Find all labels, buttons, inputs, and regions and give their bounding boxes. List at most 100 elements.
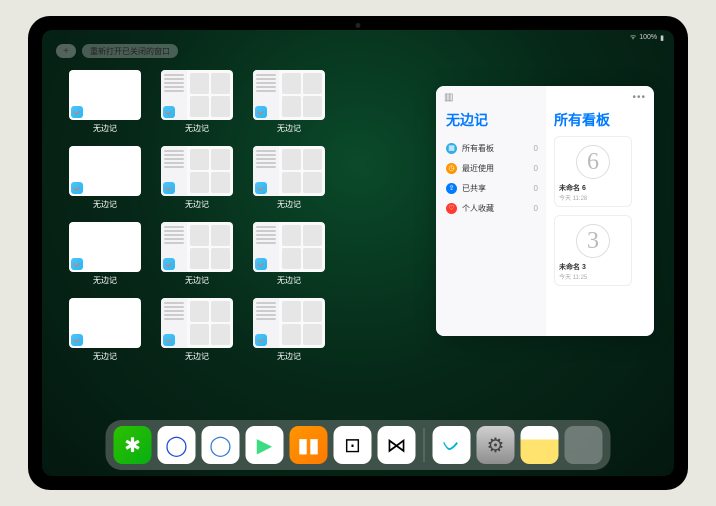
dock-app-quark[interactable]: ◯ xyxy=(202,426,240,464)
dock-app-settings[interactable]: ⚙ xyxy=(477,426,515,464)
freeform-app-icon xyxy=(163,334,175,346)
status-bar: ᯤ 100% ▮ xyxy=(630,33,664,42)
camera-dot xyxy=(356,23,361,28)
window-thumb[interactable]: 无边记 xyxy=(252,298,326,368)
battery-text: 100% xyxy=(639,34,657,41)
window-thumb-label: 无边记 xyxy=(93,351,117,362)
panel-left-title: 无边记 xyxy=(446,110,538,130)
sidebar-item-icon: ▦ xyxy=(446,143,457,154)
panel-content: 所有看板 6 未命名 6今天 11:28 3 未命名 3今天 11:25 xyxy=(546,86,654,336)
sidebar-item-count: 0 xyxy=(534,164,538,173)
board-name: 未命名 3 xyxy=(559,262,627,272)
screen: ᯤ 100% ▮ + 重新打开已关闭的窗口 无边记无边记无边记无边记无边记无边记… xyxy=(42,30,674,476)
sidebar-item-count: 0 xyxy=(534,144,538,153)
board-card[interactable]: 6 未命名 6今天 11:28 xyxy=(554,136,632,207)
window-thumb[interactable]: 无边记 xyxy=(252,222,326,292)
window-thumb[interactable]: 无边记 xyxy=(68,146,142,216)
window-thumb[interactable]: 无边记 xyxy=(252,70,326,140)
freeform-icon: ᨆ xyxy=(442,434,460,457)
battery-icon: ▮ xyxy=(660,34,664,42)
window-thumb-label: 无边记 xyxy=(277,275,301,286)
dock-app-books[interactable]: ▮▮ xyxy=(290,426,328,464)
dock-app-wechat[interactable]: ✱ xyxy=(114,426,152,464)
dock-separator xyxy=(424,428,425,462)
freeform-app-icon xyxy=(163,258,175,270)
settings-icon: ⚙ xyxy=(487,433,505,458)
panel-right-title: 所有看板 xyxy=(554,110,646,130)
window-thumb[interactable]: 无边记 xyxy=(160,146,234,216)
freeform-panel: ▥ ••• 无边记 ▦ 所有看板 0 ◷ 最近使用 0 ⇪ 已共享 0 ♡ 个人收藏 0 所有看板 6… xyxy=(436,86,654,336)
window-thumb[interactable]: 无边记 xyxy=(160,70,234,140)
window-thumb-label: 无边记 xyxy=(93,199,117,210)
dock-app-play-video[interactable]: ▶ xyxy=(246,426,284,464)
dock-app-dice[interactable]: ⊡ xyxy=(334,426,372,464)
window-thumb[interactable]: 无边记 xyxy=(160,222,234,292)
freeform-app-icon xyxy=(163,182,175,194)
freeform-app-icon xyxy=(255,106,267,118)
sidebar-item-icon: ◷ xyxy=(446,163,457,174)
reopen-closed-window-button[interactable]: 重新打开已关闭的窗口 xyxy=(82,44,178,58)
wifi-icon: ᯤ xyxy=(630,33,636,42)
window-thumb[interactable]: 无边记 xyxy=(252,146,326,216)
sidebar-item-count: 0 xyxy=(534,204,538,213)
browser-qq-icon: ◯ xyxy=(165,433,187,458)
freeform-app-icon xyxy=(71,106,83,118)
dock-app-connect[interactable]: ⋈ xyxy=(378,426,416,464)
window-thumb-label: 无边记 xyxy=(277,199,301,210)
board-preview: 6 xyxy=(576,145,610,179)
freeform-app-icon xyxy=(71,182,83,194)
dock-app-browser-qq[interactable]: ◯ xyxy=(158,426,196,464)
sidebar-item[interactable]: ⇪ 已共享 0 xyxy=(446,178,538,198)
freeform-app-icon xyxy=(255,182,267,194)
sidebar-item[interactable]: ▦ 所有看板 0 xyxy=(446,138,538,158)
sidebar-item-icon: ⇪ xyxy=(446,183,457,194)
board-card[interactable]: 3 未命名 3今天 11:25 xyxy=(554,215,632,286)
freeform-app-icon xyxy=(255,258,267,270)
dock-app-notes[interactable] xyxy=(521,426,559,464)
connect-icon: ⋈ xyxy=(387,433,407,458)
window-thumb[interactable]: 无边记 xyxy=(68,298,142,368)
top-controls: + 重新打开已关闭的窗口 xyxy=(56,44,178,58)
dock: ✱ ◯ ◯ ▶ ▮▮ ⊡ ⋈ ᨆ ⚙ xyxy=(106,420,611,470)
wechat-icon: ✱ xyxy=(124,433,141,458)
window-thumb-label: 无边记 xyxy=(93,123,117,134)
dice-icon: ⊡ xyxy=(344,433,361,458)
dock-app-folder[interactable] xyxy=(565,426,603,464)
new-window-button[interactable]: + xyxy=(56,44,76,58)
window-thumb-label: 无边记 xyxy=(185,351,209,362)
freeform-app-icon xyxy=(71,334,83,346)
sidebar-item-icon: ♡ xyxy=(446,203,457,214)
ipad-frame: ᯤ 100% ▮ + 重新打开已关闭的窗口 无边记无边记无边记无边记无边记无边记… xyxy=(28,16,688,490)
board-date: 今天 11:25 xyxy=(559,272,627,281)
board-preview: 3 xyxy=(576,224,610,258)
sidebar-item[interactable]: ◷ 最近使用 0 xyxy=(446,158,538,178)
books-icon: ▮▮ xyxy=(297,433,319,458)
window-thumb-label: 无边记 xyxy=(277,123,301,134)
sidebar-item-label: 已共享 xyxy=(462,183,486,194)
quark-icon: ◯ xyxy=(209,433,231,458)
play-video-icon: ▶ xyxy=(257,433,272,458)
board-date: 今天 11:28 xyxy=(559,193,627,202)
sidebar-toggle-icon[interactable]: ▥ xyxy=(444,92,453,103)
sidebar-item[interactable]: ♡ 个人收藏 0 xyxy=(446,198,538,218)
window-thumb[interactable]: 无边记 xyxy=(68,222,142,292)
window-thumb-label: 无边记 xyxy=(277,351,301,362)
window-thumb-label: 无边记 xyxy=(185,199,209,210)
panel-sidebar: 无边记 ▦ 所有看板 0 ◷ 最近使用 0 ⇪ 已共享 0 ♡ 个人收藏 0 xyxy=(436,86,546,336)
window-thumb-label: 无边记 xyxy=(185,275,209,286)
app-expose-grid: 无边记无边记无边记无边记无边记无边记无边记无边记无边记无边记无边记无边记 xyxy=(68,70,326,368)
sidebar-item-count: 0 xyxy=(534,184,538,193)
window-thumb-label: 无边记 xyxy=(185,123,209,134)
freeform-app-icon xyxy=(71,258,83,270)
sidebar-item-label: 所有看板 xyxy=(462,143,494,154)
window-thumb[interactable]: 无边记 xyxy=(160,298,234,368)
freeform-app-icon xyxy=(255,334,267,346)
freeform-app-icon xyxy=(163,106,175,118)
window-thumb[interactable]: 无边记 xyxy=(68,70,142,140)
sidebar-item-label: 最近使用 xyxy=(462,163,494,174)
dock-app-freeform[interactable]: ᨆ xyxy=(433,426,471,464)
more-icon[interactable]: ••• xyxy=(632,92,646,103)
window-thumb-label: 无边记 xyxy=(93,275,117,286)
board-name: 未命名 6 xyxy=(559,183,627,193)
sidebar-item-label: 个人收藏 xyxy=(462,203,494,214)
